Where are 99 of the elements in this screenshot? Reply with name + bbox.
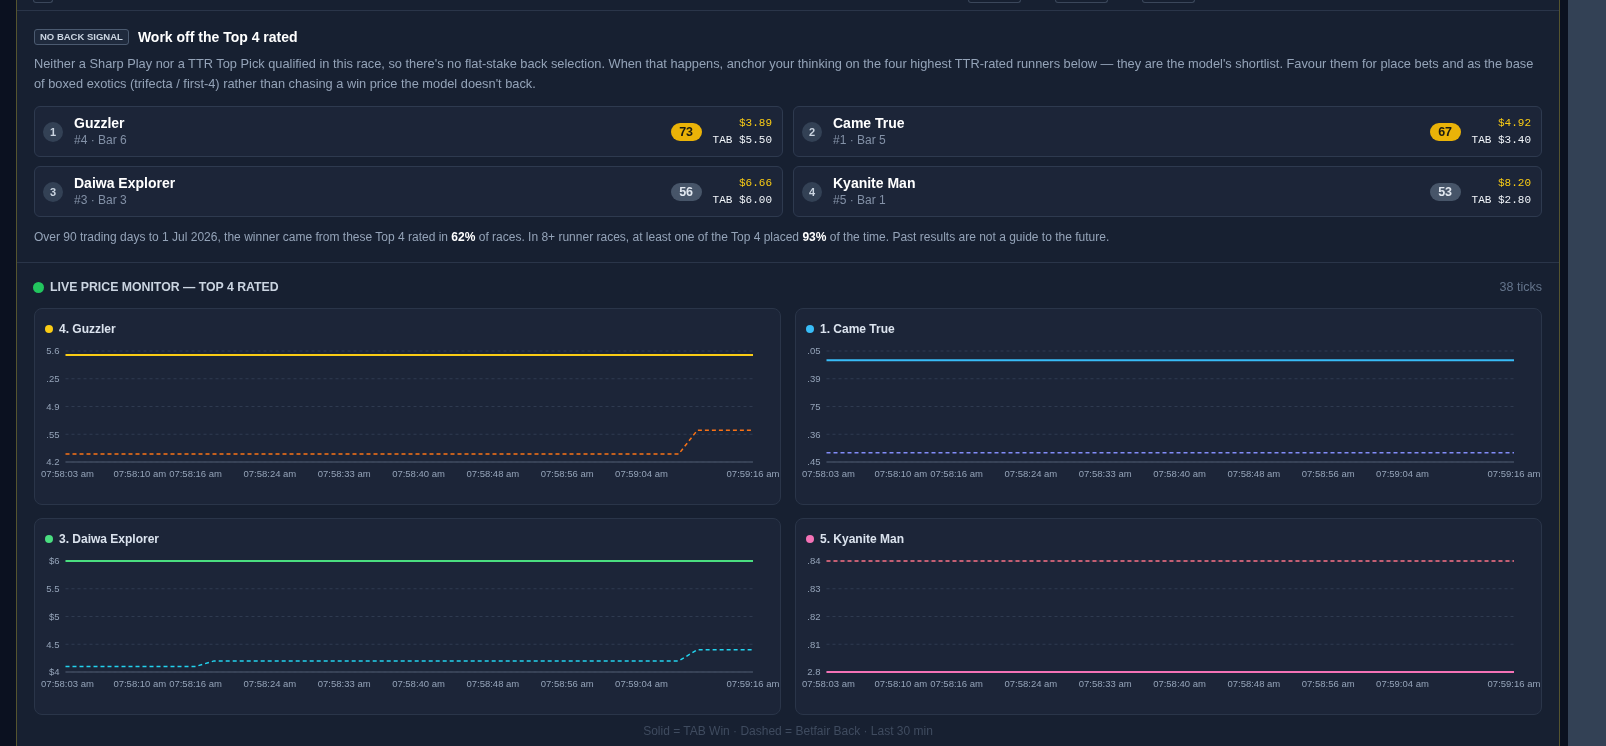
runner-detail: #3 · Bar 3	[74, 193, 128, 208]
toolbar-button[interactable]	[968, 0, 1021, 3]
y-axis-label: 75	[809, 400, 821, 412]
x-axis-label: 07:58:16 am	[169, 467, 222, 479]
chart-title: 5. Kyanite Man	[820, 531, 905, 547]
runner-name: Came True	[833, 115, 906, 132]
runner-detail: #1 · Bar 5	[833, 133, 887, 148]
chart-title: 1. Came True	[820, 321, 895, 337]
y-axis-label: .36	[807, 428, 821, 440]
x-axis-label: 07:58:24 am	[243, 677, 297, 689]
y-axis-label: .55	[46, 428, 60, 440]
x-axis-label: 07:58:10 am	[113, 677, 167, 689]
y-axis-label: .39	[807, 373, 821, 385]
x-axis-label: 07:58:40 am	[392, 467, 445, 479]
rank-badge: 1	[43, 121, 63, 142]
x-axis-label: 07:58:33 am	[317, 467, 371, 479]
x-axis-label: 07:58:24 am	[243, 467, 297, 479]
x-axis-label: 07:58:33 am	[317, 677, 371, 689]
y-axis-label: .81	[807, 638, 821, 650]
runner-name: Guzzler	[74, 115, 126, 132]
back-price: $6.66	[739, 175, 772, 191]
x-axis-label: 07:58:24 am	[1004, 677, 1058, 689]
x-axis-label: 07:58:56 am	[1301, 677, 1355, 689]
runner-name: Daiwa Explorer	[74, 175, 177, 192]
x-axis-label: 07:58:56 am	[540, 677, 594, 689]
x-axis-label: 07:59:16 am	[726, 677, 780, 689]
y-axis-label: $5	[48, 610, 60, 622]
y-axis-label: $4	[48, 666, 60, 678]
chart-title: 3. Daiwa Explorer	[59, 531, 160, 547]
back-price: $8.20	[1498, 175, 1531, 191]
toolbar-button[interactable]	[1055, 0, 1108, 3]
x-axis-label: 07:58:10 am	[874, 677, 928, 689]
x-axis-label: 07:59:16 am	[1487, 677, 1541, 689]
x-axis-label: 07:58:33 am	[1078, 467, 1132, 479]
x-axis-label: 07:58:48 am	[466, 677, 520, 689]
x-axis-label: 07:58:03 am	[41, 677, 94, 689]
x-axis-label: 07:58:40 am	[392, 677, 445, 689]
x-axis-label: 07:58:40 am	[1153, 467, 1206, 479]
description-text: Neither a Sharp Play nor a TTR Top Pick qualified in this race, so there's no flat-stake back selection. When that happens, anchor your thinking on the four highest TTR-rated runners below — they are the model's shortlist. Favour them for place bets and as the base of boxed exotics (trifecta / first-4) rather than chasing a win price the model doesn't back.	[34, 55, 1535, 93]
monitor-title: LIVE PRICE MONITOR — TOP 4 RATED	[50, 279, 279, 296]
y-axis-label: .84	[807, 555, 821, 567]
back-price: $4.92	[1498, 115, 1531, 131]
tab-price: TAB $2.80	[1471, 192, 1531, 208]
status-badge: NO BACK SIGNAL	[34, 29, 129, 45]
runner-detail: #4 · Bar 6	[74, 133, 128, 148]
y-axis-label: 4.5	[46, 638, 60, 650]
x-axis-label: 07:58:24 am	[1004, 467, 1058, 479]
x-axis-label: 07:58:48 am	[1227, 677, 1281, 689]
rating-badge: 67	[1429, 122, 1461, 141]
rank-badge: 3	[43, 181, 63, 202]
x-axis-label: 07:59:04 am	[615, 467, 668, 479]
x-axis-label: 07:58:03 am	[802, 467, 855, 479]
y-axis-label: .45	[807, 456, 821, 468]
tab-price: TAB $5.50	[712, 132, 772, 148]
x-axis-label: 07:58:16 am	[930, 467, 983, 479]
x-axis-label: 07:58:10 am	[874, 467, 928, 479]
toolbar-button[interactable]	[33, 0, 53, 3]
x-axis-label: 07:59:04 am	[1376, 467, 1429, 479]
y-axis-label: 5.6	[46, 345, 60, 357]
runner-name: Kyanite Man	[833, 175, 917, 192]
x-axis-label: 07:59:16 am	[726, 467, 780, 479]
live-dot-icon	[33, 281, 44, 293]
x-axis-label: 07:58:33 am	[1078, 677, 1132, 689]
rank-badge: 2	[802, 121, 822, 142]
y-axis-label: .83	[807, 583, 821, 595]
rating-badge: 53	[1429, 182, 1461, 201]
x-axis-label: 07:58:10 am	[113, 467, 167, 479]
summary-text: Over 90 trading days to 1 Jul 2026, the winner came from these Top 4 rated in 62% of races. In 8+ runner races, at least one of the Top 4 placed 93% of the time. Past results are not a guide to the future.	[34, 229, 1111, 246]
section-title: Work off the Top 4 rated	[137, 29, 298, 45]
x-axis-label: 07:58:48 am	[1227, 467, 1281, 479]
tab-price: TAB $6.00	[712, 192, 772, 208]
x-axis-label: 07:58:16 am	[169, 677, 222, 689]
toolbar-button[interactable]	[1142, 0, 1195, 3]
x-axis-label: 07:59:04 am	[1376, 677, 1429, 689]
x-axis-label: 07:58:03 am	[41, 467, 94, 479]
rating-badge: 73	[670, 122, 702, 141]
y-axis-label: .82	[807, 610, 821, 622]
y-axis-label: 4.2	[46, 456, 60, 468]
y-axis-label: $6	[48, 555, 60, 567]
x-axis-label: 07:58:56 am	[1301, 467, 1355, 479]
x-axis-label: 07:59:04 am	[615, 677, 668, 689]
x-axis-label: 07:58:16 am	[930, 677, 983, 689]
y-axis-label: .05	[807, 345, 821, 357]
back-price: $3.89	[739, 115, 772, 131]
tab-price: TAB $3.40	[1471, 132, 1531, 148]
chart-title: 4. Guzzler	[59, 321, 116, 337]
x-axis-label: 07:58:48 am	[466, 467, 520, 479]
y-axis-label: 2.8	[807, 666, 821, 678]
tick-count: 38 ticks	[1499, 279, 1542, 296]
x-axis-label: 07:58:40 am	[1153, 677, 1206, 689]
x-axis-label: 07:58:56 am	[540, 467, 594, 479]
runner-detail: #5 · Bar 1	[833, 193, 887, 208]
rating-badge: 56	[670, 182, 702, 201]
x-axis-label: 07:58:03 am	[802, 677, 855, 689]
y-axis-label: 5.5	[46, 583, 60, 595]
x-axis-label: 07:59:16 am	[1487, 467, 1541, 479]
y-axis-label: 4.9	[46, 400, 60, 412]
y-axis-label: .25	[46, 373, 60, 385]
rank-badge: 4	[802, 181, 822, 202]
